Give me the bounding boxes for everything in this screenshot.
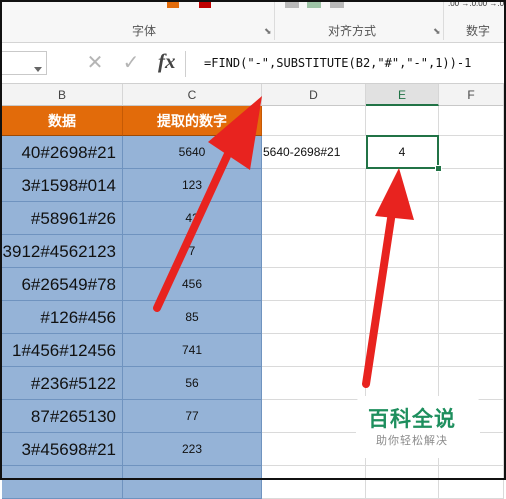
- image-frame: [0, 0, 506, 480]
